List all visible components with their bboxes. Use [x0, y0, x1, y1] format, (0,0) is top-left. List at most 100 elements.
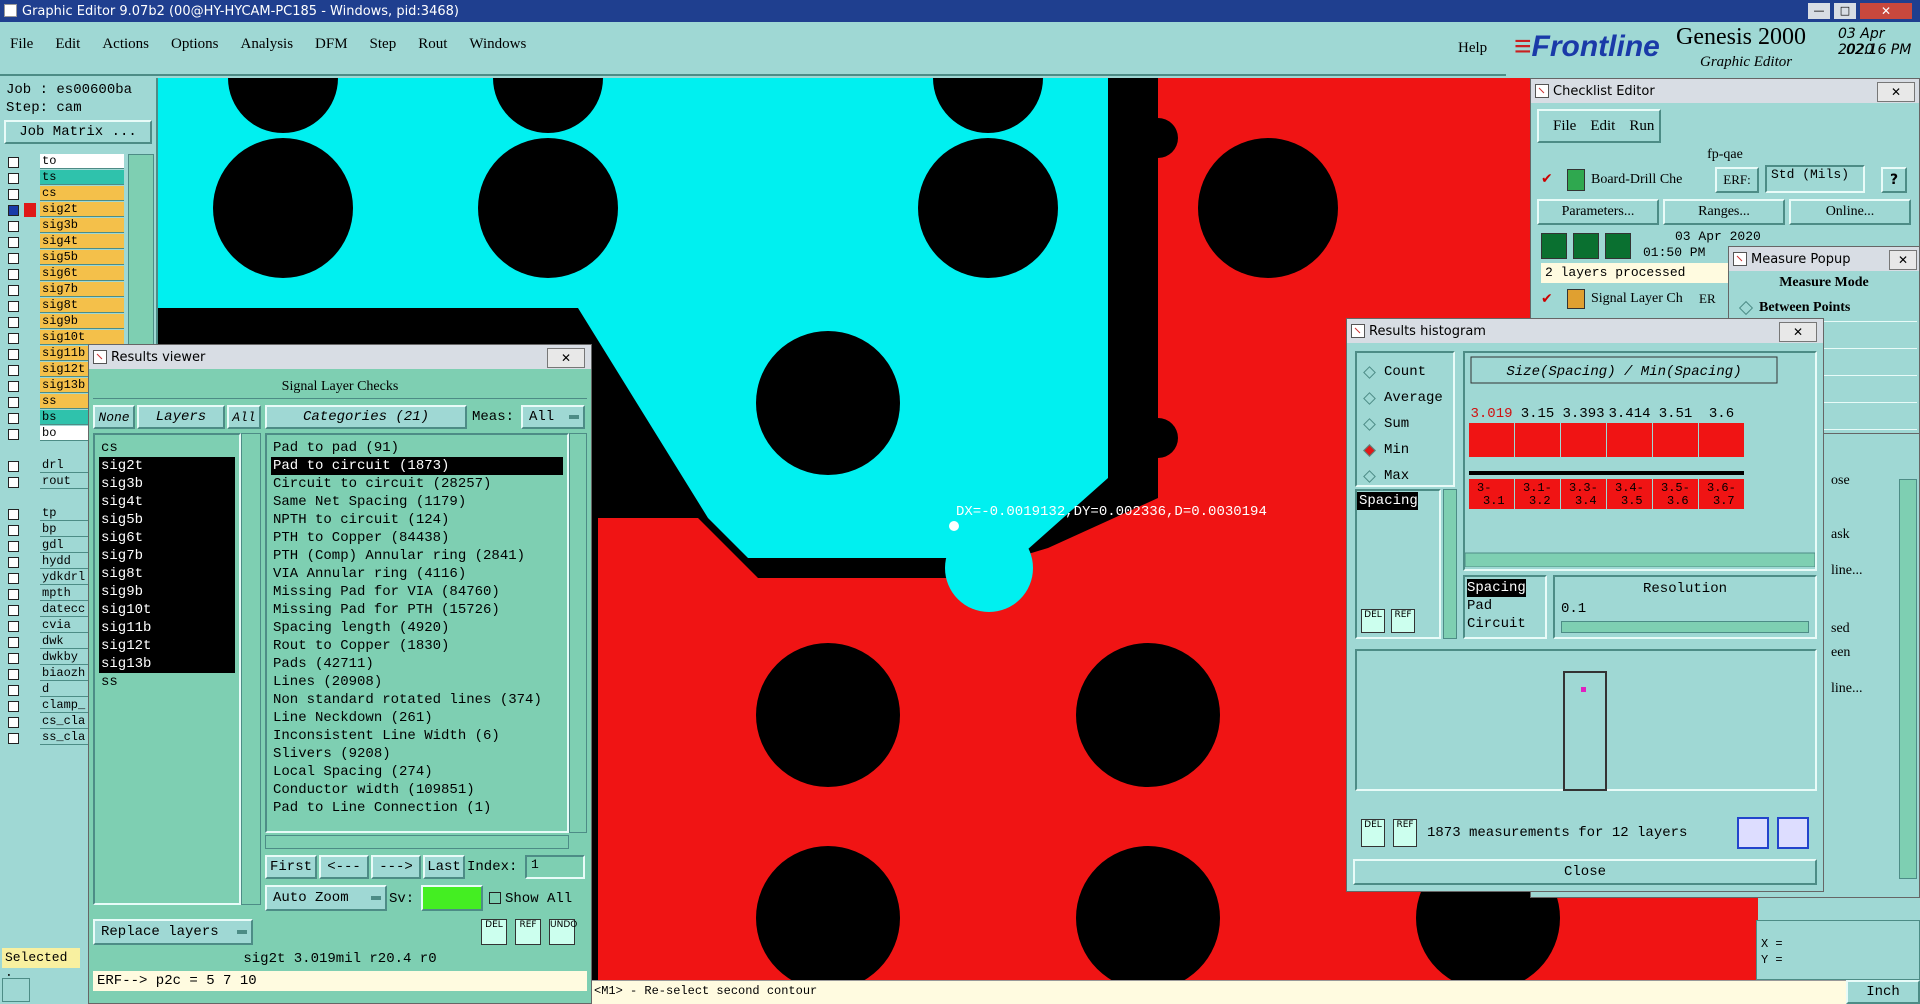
show-all-checkbox[interactable]: Show All [489, 891, 572, 907]
list-item[interactable]: NPTH to circuit (124) [271, 511, 563, 529]
category-hscrollbar[interactable] [265, 835, 569, 849]
list-item[interactable]: sig11b [99, 619, 235, 637]
list-item[interactable]: sig6t [99, 529, 235, 547]
layer-row[interactable]: sig9b [4, 314, 126, 330]
close-icon[interactable]: ✕ [1889, 250, 1917, 270]
histogram-type-list[interactable]: Spacing Pad Circuit [1463, 575, 1547, 639]
list-item[interactable]: sig9b [99, 583, 235, 601]
list-item[interactable]: Missing Pad for VIA (84760) [271, 583, 563, 601]
results-category-list[interactable]: Pad to pad (91) Pad to circuit (1873) Circ… [265, 433, 569, 833]
layer-row[interactable]: sig4t [4, 234, 126, 250]
del-icon[interactable]: DEL [481, 919, 507, 945]
list-item[interactable]: Lines (20908) [271, 673, 563, 691]
hist-del-icon[interactable]: DEL [1361, 819, 1385, 847]
layer-checkbox-icon[interactable] [8, 157, 19, 168]
menu-actions[interactable]: Actions [102, 36, 149, 60]
layer-checkbox-icon[interactable] [8, 301, 19, 312]
menu-rout[interactable]: Rout [418, 36, 447, 60]
ref-icon[interactable]: REF [515, 919, 541, 945]
list-item[interactable]: PTH to Copper (84438) [271, 529, 563, 547]
layer-checkbox-icon[interactable] [8, 701, 19, 712]
undo-icon[interactable]: UNDO [549, 919, 577, 945]
prev-button[interactable]: <--- [319, 855, 369, 879]
list-item[interactable]: Pads (42711) [271, 655, 563, 673]
list-item[interactable]: Rout to Copper (1830) [271, 637, 563, 655]
list-item[interactable]: VIA Annular ring (4116) [271, 565, 563, 583]
menu-dfm[interactable]: DFM [315, 36, 348, 60]
all-button[interactable]: All [227, 405, 261, 429]
layer-checkbox-icon[interactable] [8, 397, 19, 408]
field-list-scrollbar[interactable] [1443, 489, 1457, 639]
list-item[interactable]: sig4t [99, 493, 235, 511]
check1-help-button[interactable]: ? [1881, 167, 1907, 193]
hist-option-min[interactable]: Min [1357, 437, 1453, 463]
close-icon[interactable]: ✕ [1877, 82, 1915, 102]
list-item[interactable]: sig10t [99, 601, 235, 619]
layer-row[interactable]: ts [4, 170, 126, 186]
layer-row[interactable]: sig6t [4, 266, 126, 282]
layer-row[interactable]: sig3b [4, 218, 126, 234]
layer-checkbox-icon[interactable] [8, 717, 19, 728]
check1-label[interactable]: Board-Drill Che [1591, 172, 1682, 188]
layer-checkbox-icon[interactable] [8, 205, 19, 216]
layer-checkbox-icon[interactable] [8, 413, 19, 424]
close-icon[interactable]: ✕ [547, 348, 585, 368]
list-item[interactable]: ss [99, 673, 235, 691]
list-item[interactable]: Pad to pad (91) [271, 439, 563, 457]
layer-row[interactable]: to [4, 154, 126, 170]
layer-checkbox-icon[interactable] [8, 669, 19, 680]
layer-checkbox-icon[interactable] [8, 509, 19, 520]
check1-enabled-icon[interactable]: ✔ [1541, 171, 1553, 187]
run-icon[interactable] [1573, 233, 1599, 259]
layer-row[interactable]: cs [4, 186, 126, 202]
meas-selector[interactable]: All [521, 405, 585, 429]
layer-checkbox-icon[interactable] [8, 429, 19, 440]
list-item[interactable]: Inconsistent Line Width (6) [271, 727, 563, 745]
list-item[interactable]: sig3b [99, 475, 235, 493]
export-icon[interactable] [1737, 817, 1769, 849]
menu-options[interactable]: Options [171, 36, 219, 60]
layer-checkbox-icon[interactable] [8, 189, 19, 200]
layer-checkbox-icon[interactable] [8, 253, 19, 264]
list-item[interactable]: Spacing length (4920) [271, 619, 563, 637]
list-item[interactable]: Non standard rotated lines (374) [271, 691, 563, 709]
layer-checkbox-icon[interactable] [8, 381, 19, 392]
scroll-corner-icon[interactable] [2, 978, 30, 1002]
hist-del-icon[interactable]: DEL [1361, 609, 1385, 633]
ce-menu-file[interactable]: File [1553, 118, 1576, 135]
hist-option-count[interactable]: Count [1357, 359, 1453, 385]
check1-erf-value[interactable]: Std (Mils) [1765, 165, 1865, 193]
close-icon[interactable]: ✕ [1860, 3, 1912, 19]
last-button[interactable]: Last [423, 855, 465, 879]
list-item[interactable]: Pad to Line Connection (1) [271, 799, 563, 817]
list-item[interactable]: sig5b [99, 511, 235, 529]
list-item[interactable]: Pad to circuit (1873) [271, 457, 563, 475]
layer-checkbox-icon[interactable] [8, 285, 19, 296]
layer-checkbox-icon[interactable] [8, 221, 19, 232]
index-input[interactable]: 1 [525, 855, 585, 879]
hist-ref-icon[interactable]: REF [1393, 819, 1417, 847]
run-icon[interactable] [1605, 233, 1631, 259]
list-item[interactable]: sig13b [99, 655, 235, 673]
check2-label[interactable]: Signal Layer Ch [1591, 291, 1683, 307]
check2-enabled-icon[interactable]: ✔ [1541, 291, 1553, 307]
run-icon[interactable] [1541, 233, 1567, 259]
layer-checkbox-icon[interactable] [8, 525, 19, 536]
job-matrix-button[interactable]: Job Matrix ... [4, 120, 152, 144]
list-item[interactable]: Spacing [1467, 579, 1526, 597]
menu-edit[interactable]: Edit [55, 36, 80, 60]
layer-checkbox-icon[interactable] [8, 333, 19, 344]
hist-option-sum[interactable]: Sum [1357, 411, 1453, 437]
ce-online-button[interactable]: Online... [1789, 199, 1911, 225]
layer-checkbox-icon[interactable] [8, 461, 19, 472]
units-selector[interactable]: Inch [1846, 980, 1920, 1004]
layer-row[interactable]: sig7b [4, 282, 126, 298]
layer-row[interactable]: sig5b [4, 250, 126, 266]
ce-ranges-button[interactable]: Ranges... [1663, 199, 1785, 225]
menu-analysis[interactable]: Analysis [241, 36, 294, 60]
category-list-scrollbar[interactable] [569, 433, 587, 833]
layer-checkbox-icon[interactable] [8, 573, 19, 584]
menu-file[interactable]: File [10, 36, 33, 60]
list-item[interactable]: Local Spacing (274) [271, 763, 563, 781]
list-item[interactable]: Circuit to circuit (28257) [271, 475, 563, 493]
